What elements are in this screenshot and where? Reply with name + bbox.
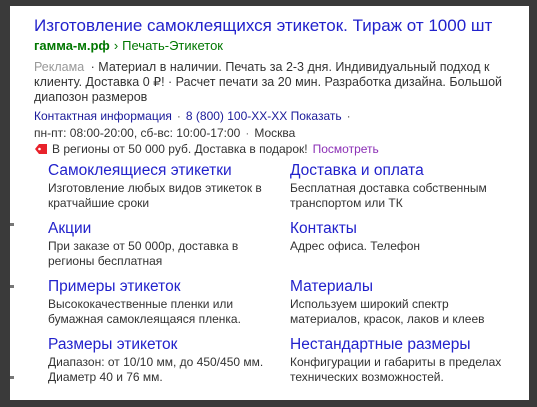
- ad-description-text: Материал в наличии. Печать за 2-3 дня. И…: [34, 60, 503, 104]
- sitelink-description: Высококачественные пленки или бумажная с…: [48, 297, 241, 326]
- contact-line: Контактная информация · 8 (800) 100-ХХ-ХХ …: [34, 109, 356, 123]
- phone-show-link[interactable]: 8 (800) 100-ХХ-ХХ Показать: [186, 109, 342, 123]
- ad-label-dot: ·: [90, 60, 95, 74]
- sitelink: Примеры этикеток Высококачественные пленк…: [48, 277, 290, 335]
- promo-text: В регионы от 50 000 руб. Доставка в пода…: [52, 142, 308, 156]
- ad-url-line: гамма-м.рф › Печать-Этикеток: [34, 38, 223, 53]
- sitelink-description: При заказе от 50 000р, доставка в регион…: [48, 239, 239, 268]
- sitelink: Самоклеящиеся этикетки Изготовление любых…: [48, 161, 290, 219]
- sitelink-title[interactable]: Материалы: [290, 277, 518, 297]
- hours-line: пн-пт: 08:00-20:00, сб-вс: 10:00-17:00 · М…: [34, 126, 295, 140]
- edge-marker: [10, 285, 14, 288]
- sitelink-title[interactable]: Контакты: [290, 219, 518, 239]
- sitelink-description: Бесплатная доставка собственным транспор…: [290, 181, 487, 210]
- sitelinks-grid: Самоклеящиеся этикетки Изготовление любых…: [48, 161, 518, 393]
- sitelink-description: Диапазон: от 10/10 мм, до 450/450 мм. Ди…: [48, 355, 264, 384]
- sitelink: Контакты Адрес офиса. Телефон: [290, 219, 518, 277]
- promo-more-link[interactable]: Посмотреть: [313, 142, 379, 156]
- sitelink-title[interactable]: Нестандартные размеры: [290, 335, 518, 355]
- ad-domain-link[interactable]: гамма-м.рф: [34, 38, 110, 53]
- sitelink-title[interactable]: Доставка и оплата: [290, 161, 518, 181]
- city: Москва: [254, 126, 296, 140]
- price-tag-icon: [35, 144, 47, 154]
- sitelink: Доставка и оплата Бесплатная доставка соб…: [290, 161, 518, 219]
- breadcrumb-separator: ›: [113, 38, 119, 53]
- working-hours: пн-пт: 08:00-20:00, сб-вс: 10:00-17:00: [34, 126, 241, 140]
- sitelink-title[interactable]: Самоклеящиеся этикетки: [48, 161, 290, 181]
- ad-title-link[interactable]: Изготовление самоклеящихся этикеток. Тир…: [34, 16, 492, 36]
- edge-marker: [10, 376, 14, 379]
- sitelink-description: Используем широкий спектр материалов, кр…: [290, 297, 485, 326]
- sitelink-title[interactable]: Акции: [48, 219, 290, 239]
- sitelink-title[interactable]: Размеры этикеток: [48, 335, 290, 355]
- sitelink: Акции При заказе от 50 000р, доставка в р…: [48, 219, 290, 277]
- sitelink-description: Изготовление любых видов этикеток в крат…: [48, 181, 262, 210]
- promo-line: В регионы от 50 000 руб. Доставка в пода…: [34, 142, 379, 156]
- sitelink-description: Конфигурации и габариты в пределах техни…: [290, 355, 502, 384]
- ad-description: Реклама · Материал в наличии. Печать за …: [34, 60, 504, 105]
- sitelink: Размеры этикеток Диапазон: от 10/10 мм, д…: [48, 335, 290, 393]
- sitelink-description: Адрес офиса. Телефон: [290, 239, 421, 253]
- sitelink: Нестандартные размеры Конфигурации и габа…: [290, 335, 518, 393]
- ad-card: Изготовление самоклеящихся этикеток. Тир…: [10, 6, 529, 400]
- ad-path-link[interactable]: Печать-Этикеток: [122, 38, 223, 53]
- contact-info-link[interactable]: Контактная информация: [34, 109, 172, 123]
- sitelink: Материалы Используем широкий спектр матер…: [290, 277, 518, 335]
- sitelink-title[interactable]: Примеры этикеток: [48, 277, 290, 297]
- contact-dot: ·: [176, 109, 181, 123]
- phone-dot: ·: [346, 109, 351, 123]
- hours-dot: ·: [245, 126, 250, 140]
- ad-label: Реклама: [34, 60, 85, 74]
- edge-marker: [10, 223, 14, 226]
